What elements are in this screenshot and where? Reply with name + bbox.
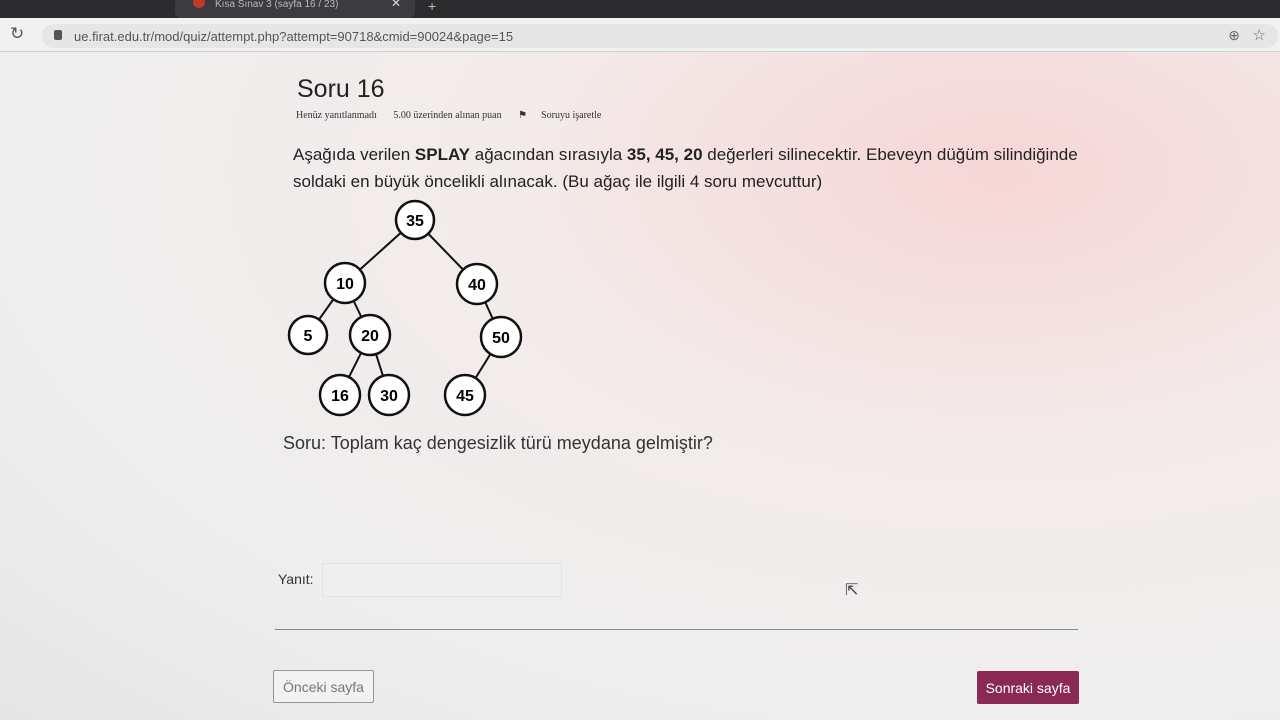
sub-question-text: Soru: Toplam kaç dengesizlik türü meydan…: [283, 433, 713, 453]
answer-input[interactable]: [322, 563, 562, 597]
new-tab-icon[interactable]: +: [428, 0, 436, 14]
question-status: Henüz yanıtlanmadı: [296, 110, 377, 121]
site-favicon-icon: [193, 0, 205, 8]
question-text-bold1: SPLAY: [414, 145, 471, 164]
question-text-part2: ağacından sırasıyla: [470, 145, 627, 164]
splay-tree-diagram: 35 10 40 5 20 50 16 30 45: [287, 199, 523, 417]
question-text-bold2: 35, 45, 20: [626, 145, 703, 164]
tree-node-45: 45: [443, 373, 487, 417]
question-text: Aşağıda verilen SPLAY ağacından sırasıyl…: [293, 141, 1093, 195]
url-text[interactable]: ue.firat.edu.tr/mod/quiz/attempt.php?att…: [74, 29, 513, 44]
tree-node-16: 16: [318, 373, 362, 417]
tree-node-40: 40: [455, 262, 499, 306]
tree-node-35: 35: [394, 199, 436, 241]
node-label: 16: [331, 388, 349, 405]
tree-node-5: 5: [287, 314, 329, 356]
flag-question-link[interactable]: ⚑ Soruyu işaretle: [518, 110, 615, 121]
node-label: 30: [380, 388, 398, 405]
answer-label: Yanıt:: [278, 571, 314, 587]
question-title: Soru 16: [297, 75, 385, 103]
mouse-cursor-icon: ⇱: [845, 582, 859, 599]
url-field[interactable]: ue.firat.edu.tr/mod/quiz/attempt.php?att…: [42, 24, 1278, 48]
question-text-part1: Aşağıda verilen: [293, 145, 415, 164]
node-label: 10: [336, 276, 354, 293]
previous-page-button[interactable]: Önceki sayfa: [273, 670, 374, 703]
tab-close-icon[interactable]: ✕: [391, 0, 401, 9]
node-label: 20: [361, 328, 379, 345]
tree-node-10: 10: [323, 261, 367, 305]
address-bar: ↻ ue.firat.edu.tr/mod/quiz/attempt.php?a…: [0, 18, 1280, 52]
tree-node-50: 50: [479, 315, 523, 359]
browser-tab-bar: Kısa Sınav 3 (sayfa 16 / 23) ✕ +: [0, 0, 1280, 18]
divider: [275, 629, 1078, 630]
tree-node-20: 20: [348, 313, 392, 357]
flag-icon: ⚑: [518, 110, 528, 121]
browser-tab[interactable]: Kısa Sınav 3 (sayfa 16 / 23) ✕: [175, 0, 415, 18]
node-label: 35: [406, 213, 424, 230]
node-label: 40: [468, 277, 486, 294]
question-points: 5.00 üzerinden alınan puan: [393, 110, 502, 121]
quiz-page: Soru 16 Henüz yanıtlanmadı 5.00 üzerinde…: [0, 53, 1280, 720]
question-info: Henüz yanıtlanmadı 5.00 üzerinden alınan…: [296, 110, 629, 121]
lock-icon: [54, 30, 62, 40]
tree-node-30: 30: [367, 373, 411, 417]
node-label: 50: [492, 330, 510, 347]
reload-icon[interactable]: ↻: [10, 24, 24, 44]
zoom-icon[interactable]: ⊕: [1228, 27, 1240, 44]
node-label: 5: [304, 328, 313, 345]
flag-label: Soruyu işaretle: [541, 110, 602, 121]
node-label: 45: [456, 388, 474, 405]
bookmark-star-icon[interactable]: ☆: [1253, 26, 1266, 44]
tab-title: Kısa Sınav 3 (sayfa 16 / 23): [215, 0, 339, 10]
next-page-button[interactable]: Sonraki sayfa: [977, 671, 1079, 704]
